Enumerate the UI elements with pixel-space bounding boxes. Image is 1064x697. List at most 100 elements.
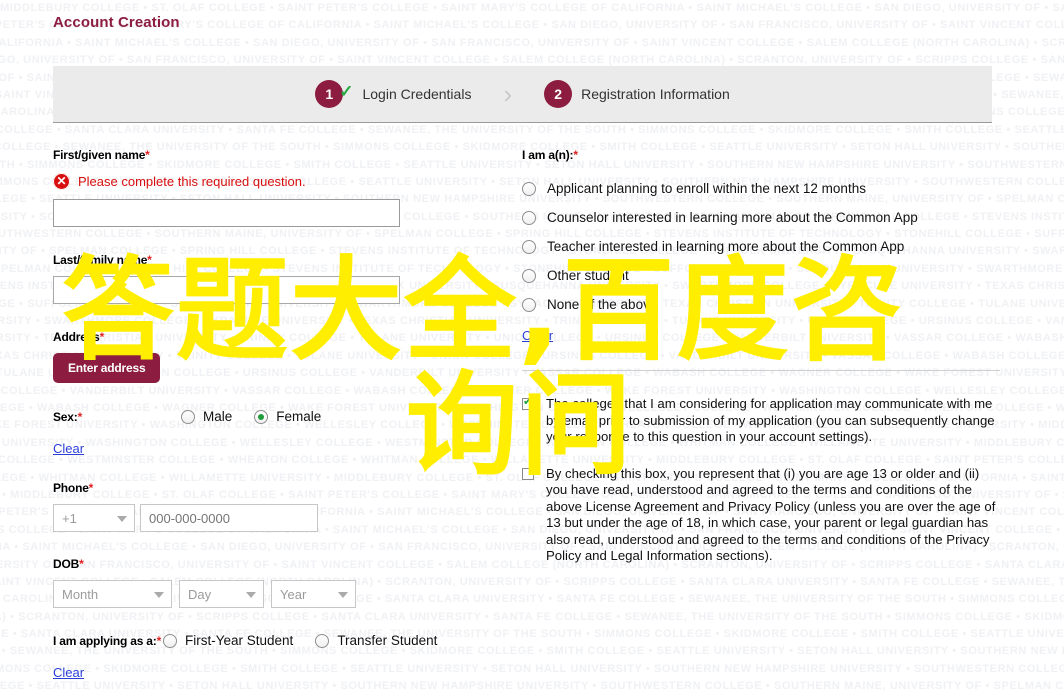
address-label: Address*	[53, 330, 473, 344]
radio-icon	[522, 240, 536, 254]
step-number-badge: 2	[544, 80, 573, 108]
address-label-text: Address	[53, 330, 100, 344]
radio-icon	[522, 269, 536, 283]
radio-applicant[interactable]: Applicant planning to enroll within the …	[522, 182, 1000, 196]
field-dob: DOB* Month Day Year	[53, 557, 473, 608]
applying-as-label-text: I am applying as a:	[53, 633, 157, 648]
applying-as-label: I am applying as a:*	[53, 634, 163, 648]
left-form-column: First/given name* ✕ Please complete this…	[53, 148, 473, 680]
dob-day-value: Day	[188, 586, 212, 602]
last-name-input[interactable]	[53, 276, 400, 304]
radio-label: Counselor interested in learning more ab…	[547, 210, 918, 225]
phone-label: Phone*	[53, 481, 473, 495]
chevron-down-icon	[338, 592, 348, 598]
chevron-down-icon	[246, 592, 256, 598]
sex-row: Sex:* Male Female	[53, 409, 473, 424]
clear-sex-link[interactable]: Clear	[53, 441, 84, 456]
checkbox-label: By checking this box, you represent that…	[546, 465, 996, 564]
radio-icon	[522, 298, 536, 312]
first-name-error: ✕ Please complete this required question…	[53, 173, 473, 190]
phone-inputs: +1	[53, 504, 473, 532]
chevron-down-icon	[154, 592, 164, 598]
checkbox-label: The colleges that I am considering for a…	[546, 396, 995, 444]
radio-icon	[181, 409, 195, 424]
watermark-row: EGE • SKIDMORE COLLEGE • SMITH COLLEGE •…	[0, 680, 1064, 693]
required-asterisk: *	[77, 409, 83, 424]
required-asterisk: *	[99, 330, 105, 344]
radio-label: Female	[276, 409, 322, 424]
radio-icon	[522, 182, 536, 196]
applying-as-row: I am applying as a:* First-Year Student …	[53, 633, 473, 648]
checkbox-icon	[522, 467, 534, 480]
first-name-label-text: First/given name	[53, 148, 146, 162]
radio-label: Other student	[547, 268, 629, 283]
radio-transfer-student[interactable]: Transfer Student	[315, 633, 437, 648]
dob-month-value: Month	[62, 586, 99, 602]
radio-label: Male	[203, 409, 233, 424]
radio-icon	[163, 633, 177, 648]
dob-label-text: DOB	[53, 557, 80, 571]
field-applying-as: I am applying as a:* First-Year Student …	[53, 633, 473, 680]
required-asterisk: *	[156, 633, 162, 648]
chevron-right-icon: ›	[503, 79, 513, 109]
required-asterisk: *	[147, 253, 152, 267]
sex-label: Sex:*	[53, 410, 181, 424]
radio-other-student[interactable]: Other student	[522, 269, 1000, 283]
enter-address-button[interactable]: Enter address	[53, 353, 161, 383]
radio-counselor[interactable]: Counselor interested in learning more ab…	[522, 211, 1000, 225]
field-phone: Phone* +1	[53, 481, 473, 532]
required-asterisk: *	[79, 557, 84, 571]
step-registration-information[interactable]: 2 Registration Information	[544, 80, 730, 108]
radio-sex-male[interactable]: Male	[181, 409, 232, 424]
step-login-credentials[interactable]: 1 ✓ Login Credentials	[315, 80, 471, 108]
checkbox-terms-agreement[interactable]: By checking this box, you represent that…	[522, 466, 1000, 565]
progress-stepper: 1 ✓ Login Credentials › 2 Registration I…	[53, 66, 992, 123]
error-message: Please complete this required question.	[78, 174, 306, 189]
page-title: Account Creation	[53, 14, 180, 31]
dob-year-value: Year	[280, 586, 307, 602]
i-am-a-label: I am a(n):*	[522, 148, 1000, 162]
field-first-name: First/given name* ✕ Please complete this…	[53, 148, 473, 227]
phone-label-text: Phone	[53, 481, 89, 495]
last-name-label-text: Last/family name	[53, 253, 148, 267]
clear-applying-as-link[interactable]: Clear	[53, 665, 84, 680]
watermark-row: 'S COLLEGE OF CALIFORNIA • SAINT MICHAEL…	[0, 36, 1064, 49]
dob-label: DOB*	[53, 557, 473, 571]
error-x-icon: ✕	[53, 173, 70, 190]
radio-icon	[315, 633, 330, 648]
required-asterisk: *	[145, 148, 150, 162]
chevron-down-icon	[117, 516, 127, 522]
required-asterisk: *	[88, 481, 94, 495]
dob-day-select[interactable]: Day	[179, 580, 264, 608]
dob-year-select[interactable]: Year	[271, 580, 356, 608]
step-label: Login Credentials	[362, 86, 472, 102]
radio-teacher[interactable]: Teacher interested in learning more abou…	[522, 240, 1000, 254]
radio-first-year-student[interactable]: First-Year Student	[163, 633, 293, 648]
radio-label: None of the above	[547, 297, 658, 312]
checkbox-college-communication[interactable]: The colleges that I am considering for a…	[522, 396, 1000, 446]
i-am-a-label-text: I am a(n):	[522, 148, 574, 162]
field-sex: Sex:* Male Female Clear	[53, 409, 473, 456]
dob-inputs: Month Day Year	[53, 580, 473, 608]
radio-sex-female[interactable]: Female	[254, 409, 321, 424]
field-address: Address* Enter address	[53, 330, 473, 383]
clear-i-am-a-link[interactable]: Clear	[522, 328, 553, 343]
phone-country-code-select[interactable]: +1	[53, 504, 135, 532]
section-divider	[522, 370, 1000, 371]
radio-none-of-the-above[interactable]: None of the above	[522, 298, 1000, 312]
dob-month-select[interactable]: Month	[53, 580, 172, 608]
first-name-input[interactable]	[53, 199, 400, 227]
step-label: Registration Information	[581, 86, 730, 102]
radio-icon	[522, 211, 536, 225]
phone-number-input[interactable]	[140, 504, 318, 532]
radio-label: Teacher interested in learning more abou…	[547, 239, 905, 254]
required-asterisk: *	[573, 148, 578, 162]
last-name-label: Last/family name*	[53, 253, 473, 267]
radio-label: First-Year Student	[185, 633, 294, 648]
first-name-label: First/given name*	[53, 148, 473, 162]
radio-icon-selected	[254, 409, 269, 424]
check-icon: ✓	[339, 82, 354, 101]
sex-label-text: Sex:	[53, 409, 78, 424]
phone-country-code-value: +1	[62, 510, 77, 526]
radio-label: Transfer Student	[337, 633, 438, 648]
